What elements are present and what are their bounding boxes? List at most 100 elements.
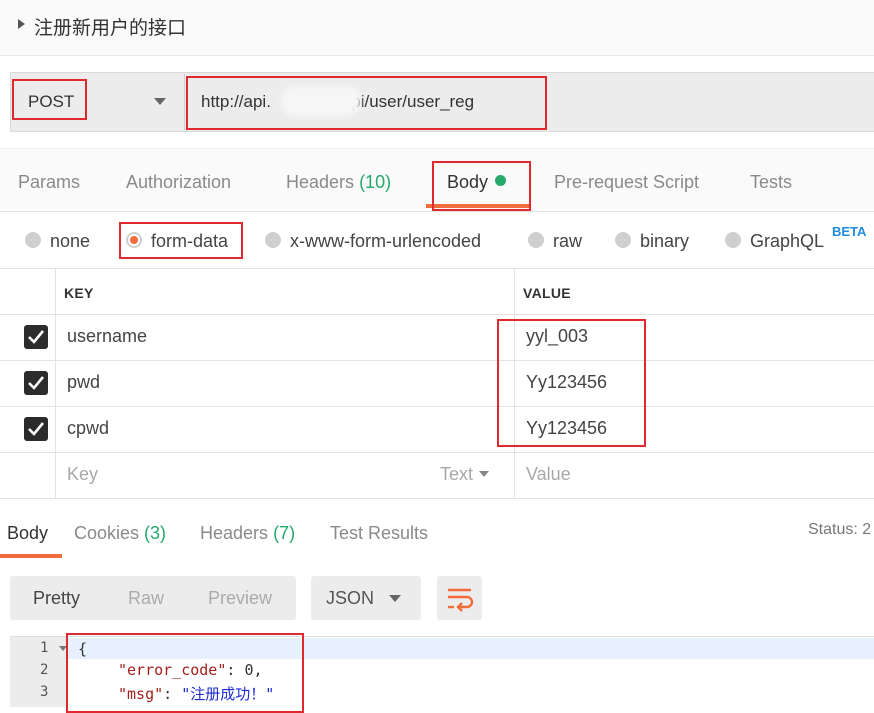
radio-label: form-data <box>151 231 229 251</box>
response-status: Status: 2 <box>808 521 872 538</box>
table-border <box>0 360 874 361</box>
radio-label: x-www-form-urlencoded <box>290 231 482 251</box>
view-raw-button[interactable]: Raw <box>128 588 164 609</box>
view-pretty-button[interactable]: Pretty <box>33 588 80 609</box>
resp-tab-test-results[interactable]: Test Results <box>330 523 428 544</box>
table-border <box>0 314 874 315</box>
json-sep: : <box>226 661 245 679</box>
tab-count: (10) <box>359 172 392 192</box>
tab-authorization[interactable]: Authorization <box>126 172 231 193</box>
table-border <box>0 498 874 499</box>
active-line-highlight <box>68 638 874 659</box>
line-number: 2 <box>40 662 49 678</box>
radio-none[interactable]: none <box>25 231 90 252</box>
tab-label: Tests <box>750 172 793 192</box>
active-tab-indicator <box>426 204 530 208</box>
column-header-key: KEY <box>64 285 94 301</box>
table-border <box>0 452 874 453</box>
line-number: 3 <box>40 684 49 700</box>
resp-tab-body[interactable]: Body <box>7 523 48 544</box>
param-value[interactable]: Yy123456 <box>526 418 607 439</box>
json-key: "msg" <box>118 685 164 703</box>
resp-tab-cookies[interactable]: Cookies (3) <box>74 523 166 544</box>
json-comma: , <box>253 661 263 679</box>
code-line: { <box>78 640 87 658</box>
tab-label: Pre-request Script <box>554 172 700 192</box>
request-title[interactable]: 注册新用户的接口 <box>34 13 186 40</box>
radio-label: binary <box>640 231 690 251</box>
new-key-input[interactable]: Key <box>67 464 98 485</box>
tab-label: Params <box>18 172 81 192</box>
status-dot-icon <box>495 175 507 186</box>
radio-icon <box>265 232 281 248</box>
radio-binary[interactable]: binary <box>615 231 689 252</box>
view-preview-button[interactable]: Preview <box>208 588 272 609</box>
param-key[interactable]: pwd <box>67 372 100 393</box>
tab-count: (3) <box>144 523 167 543</box>
type-select[interactable]: Text <box>440 464 490 485</box>
tab-label: Authorization <box>126 172 232 192</box>
checkmark-icon <box>28 376 45 390</box>
redacted-blur <box>281 86 361 116</box>
collapse-caret-icon[interactable] <box>18 19 25 29</box>
param-key[interactable]: username <box>67 326 147 347</box>
radio-icon <box>528 232 544 248</box>
radio-icon <box>25 232 41 248</box>
param-key[interactable]: cpwd <box>67 418 109 439</box>
active-tab-indicator <box>0 554 62 558</box>
tab-label: Body <box>7 523 49 543</box>
table-border <box>0 268 874 269</box>
radio-graphql[interactable]: GraphQL <box>725 231 824 252</box>
line-number: 1 <box>40 640 49 656</box>
beta-badge: BETA <box>832 224 867 239</box>
radio-icon <box>615 232 631 248</box>
checkbox[interactable] <box>24 325 48 349</box>
radio-raw[interactable]: raw <box>528 231 582 252</box>
tab-tests[interactable]: Tests <box>750 172 792 193</box>
format-label: JSON <box>326 588 375 608</box>
radio-label: raw <box>553 231 583 251</box>
tab-label: Test Results <box>330 523 429 543</box>
tab-label: Cookies <box>74 523 140 543</box>
resp-tab-headers[interactable]: Headers (7) <box>200 523 295 544</box>
radio-label: none <box>50 231 91 251</box>
url-divider <box>184 74 185 130</box>
tab-body[interactable]: Body <box>447 172 507 193</box>
param-value[interactable]: Yy123456 <box>526 372 607 393</box>
table-border <box>55 268 56 498</box>
table-border <box>0 406 874 407</box>
tab-headers[interactable]: Headers (10) <box>286 172 391 193</box>
code-line: "msg": "注册成功！" <box>118 683 274 704</box>
chevron-down-icon <box>479 471 490 477</box>
checkbox[interactable] <box>24 417 48 441</box>
checkmark-icon <box>28 330 45 344</box>
json-key: "error_code" <box>118 661 227 679</box>
param-value[interactable]: yyl_003 <box>526 326 588 347</box>
radio-icon <box>725 232 741 248</box>
radio-selected-icon <box>126 232 142 248</box>
column-header-value: VALUE <box>523 285 571 301</box>
radio-label: GraphQL <box>750 231 825 251</box>
tab-label: Headers <box>200 523 269 543</box>
type-label: Text <box>440 464 474 484</box>
tab-label: Headers <box>286 172 355 192</box>
checkmark-icon <box>28 422 45 436</box>
checkbox[interactable] <box>24 371 48 395</box>
tab-label: Body <box>447 172 489 192</box>
wrap-lines-button[interactable] <box>437 576 482 620</box>
tab-pre-request-script[interactable]: Pre-request Script <box>554 172 699 193</box>
brace: { <box>78 640 88 658</box>
method-select[interactable]: POST <box>28 92 74 112</box>
fold-caret-icon[interactable] <box>59 646 67 651</box>
table-border <box>514 268 515 498</box>
wrap-icon <box>448 588 474 612</box>
radio-form-data[interactable]: form-data <box>126 231 228 252</box>
chevron-down-icon <box>389 595 401 602</box>
tab-params[interactable]: Params <box>18 172 80 193</box>
json-sep: : <box>163 685 182 703</box>
chevron-down-icon[interactable] <box>154 98 166 105</box>
new-value-input[interactable]: Value <box>526 464 571 485</box>
json-string: "注册成功！" <box>181 685 275 703</box>
radio-urlencoded[interactable]: x-www-form-urlencoded <box>265 231 481 252</box>
code-line: "error_code": 0, <box>118 661 263 679</box>
